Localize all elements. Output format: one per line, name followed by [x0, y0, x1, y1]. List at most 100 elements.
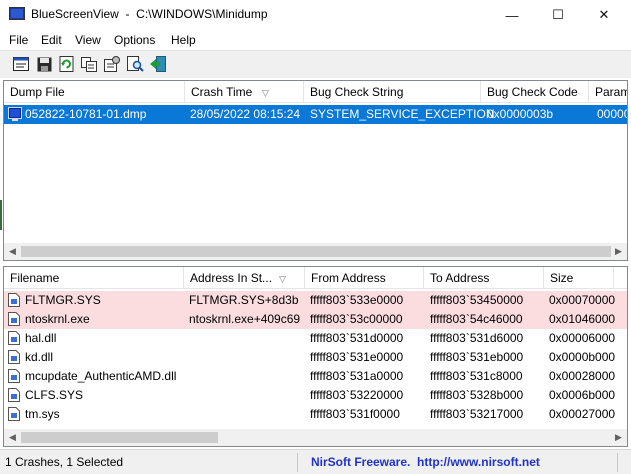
- properties-icon[interactable]: [12, 55, 30, 73]
- find-icon[interactable]: [126, 55, 144, 73]
- close-button[interactable]: ✕: [581, 0, 627, 30]
- param-1: 00000: [597, 107, 628, 121]
- col-bug-check-code[interactable]: Bug Check Code: [481, 81, 589, 103]
- driver-row[interactable]: FLTMGR.SYS FLTMGR.SYS+8d3b fffff803`533e…: [4, 291, 627, 310]
- menu-options[interactable]: Options: [114, 33, 155, 47]
- driver-filename: FLTMGR.SYS: [25, 293, 101, 307]
- scroll-right-icon[interactable]: ▶: [610, 429, 627, 446]
- maximize-button[interactable]: ☐: [535, 0, 581, 30]
- scroll-left-icon[interactable]: ◀: [4, 243, 21, 260]
- scroll-thumb[interactable]: [21, 246, 611, 257]
- driver-from-address: fffff803`53220000: [310, 388, 404, 402]
- col-filename[interactable]: Filename: [4, 267, 184, 289]
- dump-list-hscrollbar[interactable]: ◀ ▶: [4, 243, 627, 260]
- driver-size: 0x00027000: [549, 407, 616, 421]
- driver-size: 0x00028000: [549, 369, 616, 383]
- driver-size: 0x00070000: [549, 293, 616, 307]
- driver-row[interactable]: tm.sys fffff803`531f0000 fffff803`532170…: [4, 405, 627, 424]
- app-icon: [9, 6, 25, 22]
- driver-filename: tm.sys: [25, 407, 60, 421]
- driver-to-address: fffff803`53217000: [430, 407, 524, 421]
- driver-row[interactable]: kd.dll fffff803`531e0000 fffff803`531eb0…: [4, 348, 627, 367]
- driver-from-address: fffff803`531d0000: [310, 331, 404, 345]
- exit-icon[interactable]: [149, 55, 167, 73]
- nirsoft-link[interactable]: NirSoft Freeware. http://www.nirsoft.net: [311, 455, 540, 469]
- menu-file[interactable]: File: [9, 33, 28, 47]
- driver-size: 0x0000b000: [549, 350, 616, 364]
- col-to-address[interactable]: To Address: [424, 267, 544, 289]
- copy-icon[interactable]: [80, 55, 98, 73]
- status-bar: 1 Crashes, 1 Selected NirSoft Freeware. …: [0, 449, 631, 474]
- driver-size: 0x00006000: [549, 331, 616, 345]
- file-icon: [8, 388, 20, 402]
- driver-list-hscrollbar[interactable]: ◀ ▶: [4, 429, 627, 446]
- driver-from-address: fffff803`531f0000: [310, 407, 400, 421]
- file-icon: [8, 331, 20, 345]
- dump-row[interactable]: 052822-10781-01.dmp 28/05/2022 08:15:24 …: [4, 105, 627, 124]
- driver-to-address: fffff803`531c8000: [430, 369, 523, 383]
- driver-list[interactable]: Filename Address In St... ▽ From Address …: [3, 266, 628, 447]
- driver-to-address: fffff803`53450000: [430, 293, 524, 307]
- col-crash-time-label: Crash Time: [191, 85, 253, 99]
- menu-bar: File Edit View Options Help: [0, 30, 631, 50]
- col-dump-file[interactable]: Dump File: [4, 81, 185, 103]
- col-address-in-stack[interactable]: Address In St... ▽: [184, 267, 305, 289]
- file-icon: [8, 369, 20, 383]
- menu-help[interactable]: Help: [171, 33, 196, 47]
- file-icon: [8, 293, 20, 307]
- driver-to-address: fffff803`54c46000: [430, 312, 523, 326]
- status-summary: 1 Crashes, 1 Selected: [5, 455, 124, 469]
- report-icon[interactable]: [103, 55, 121, 73]
- driver-row[interactable]: CLFS.SYS fffff803`53220000 fffff803`5328…: [4, 386, 627, 405]
- bug-check-string: SYSTEM_SERVICE_EXCEPTION: [310, 107, 495, 121]
- driver-row[interactable]: ntoskrnl.exe ntoskrnl.exe+409c69 fffff80…: [4, 310, 627, 329]
- toolbar: [0, 50, 631, 78]
- driver-from-address: fffff803`531a0000: [310, 369, 404, 383]
- driver-from-address: fffff803`531e0000: [310, 350, 404, 364]
- crash-time: 28/05/2022 08:15:24: [190, 107, 301, 121]
- dump-file-name: 052822-10781-01.dmp: [25, 107, 147, 121]
- window-edge-strip: [0, 200, 2, 230]
- driver-list-header: Filename Address In St... ▽ From Address …: [4, 267, 627, 289]
- minimize-button[interactable]: —: [489, 0, 535, 30]
- col-param[interactable]: Param: [589, 81, 627, 103]
- status-divider: [297, 453, 298, 472]
- file-icon: [8, 312, 20, 326]
- col-address-in-stack-label: Address In St...: [190, 271, 273, 285]
- driver-from-address: fffff803`53c00000: [310, 312, 403, 326]
- col-size[interactable]: Size: [544, 267, 614, 289]
- col-bug-check-string[interactable]: Bug Check String: [304, 81, 481, 103]
- window-title: BlueScreenView - C:\WINDOWS\Minidump: [31, 7, 268, 21]
- sort-arrow-icon: ▽: [279, 274, 286, 284]
- dump-list[interactable]: Dump File Crash Time ▽ Bug Check String B…: [3, 80, 628, 261]
- driver-row[interactable]: mcupdate_AuthenticAMD.dll fffff803`531a0…: [4, 367, 627, 386]
- driver-row[interactable]: hal.dll fffff803`531d0000 fffff803`531d6…: [4, 329, 627, 348]
- scroll-thumb[interactable]: [21, 432, 218, 443]
- driver-to-address: fffff803`531eb000: [430, 350, 524, 364]
- save-icon[interactable]: [35, 55, 53, 73]
- driver-filename: kd.dll: [25, 350, 54, 364]
- driver-filename: ntoskrnl.exe: [25, 312, 90, 326]
- sort-arrow-icon: ▽: [262, 88, 269, 98]
- driver-filename: mcupdate_AuthenticAMD.dll: [25, 369, 177, 383]
- title-bar: BlueScreenView - C:\WINDOWS\Minidump — ☐…: [0, 0, 631, 30]
- bug-check-code: 0x0000003b: [487, 107, 554, 121]
- driver-to-address: fffff803`531d6000: [430, 331, 524, 345]
- scroll-right-icon[interactable]: ▶: [610, 243, 627, 260]
- driver-size: 0x01046000: [549, 312, 616, 326]
- refresh-icon[interactable]: [57, 55, 75, 73]
- col-crash-time[interactable]: Crash Time ▽: [185, 81, 304, 103]
- driver-to-address: fffff803`5328b000: [430, 388, 524, 402]
- scroll-left-icon[interactable]: ◀: [4, 429, 21, 446]
- driver-from-address: fffff803`533e0000: [310, 293, 404, 307]
- driver-size: 0x0006b000: [549, 388, 616, 402]
- menu-edit[interactable]: Edit: [41, 33, 62, 47]
- driver-filename: hal.dll: [25, 331, 57, 345]
- menu-view[interactable]: View: [75, 33, 101, 47]
- dump-list-header: Dump File Crash Time ▽ Bug Check String B…: [4, 81, 627, 103]
- driver-address-in-stack: FLTMGR.SYS+8d3b: [189, 293, 299, 307]
- col-from-address[interactable]: From Address: [305, 267, 424, 289]
- file-icon: [8, 350, 20, 364]
- dump-file-icon: [8, 107, 22, 121]
- file-icon: [8, 407, 20, 421]
